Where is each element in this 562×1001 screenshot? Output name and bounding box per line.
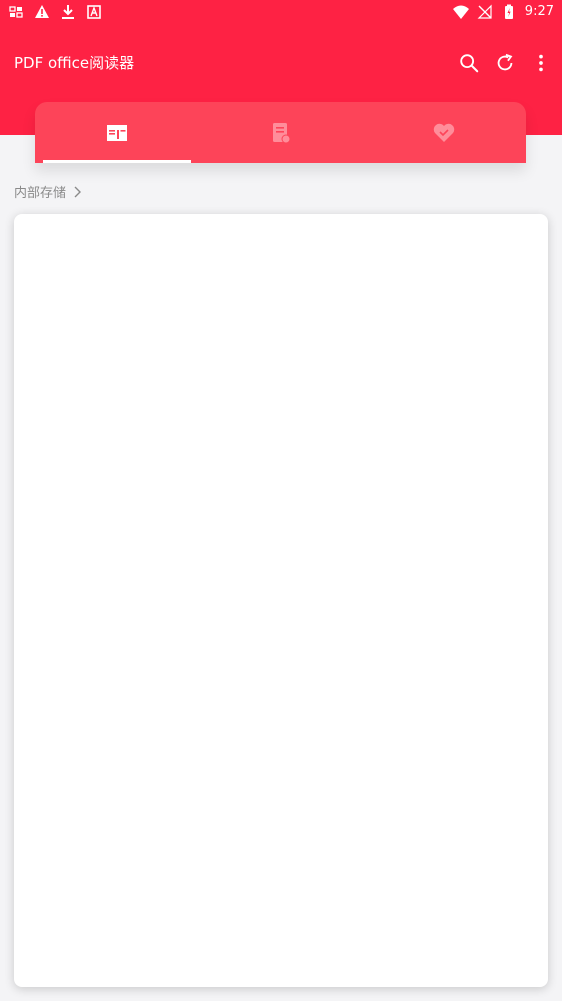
status-bar: 9:27 [0,0,562,24]
tab-documents[interactable] [199,102,363,163]
warning-icon [35,5,49,18]
download-icon [62,5,74,19]
search-icon[interactable] [458,52,480,74]
tab-bar [35,102,526,163]
folder-book-icon [106,124,127,141]
wifi-icon [452,5,469,19]
file-list-panel [14,214,548,987]
app-a-icon [87,5,101,19]
status-time: 9:27 [524,4,554,19]
app-bar-actions [458,52,552,74]
refresh-icon[interactable] [494,52,516,74]
chevron-right-icon [74,186,82,197]
battery-icon [504,4,513,19]
document-icon [272,122,290,143]
sim-icon [9,6,23,18]
tab-indicator [43,160,191,163]
breadcrumb[interactable]: 内部存储 [14,182,82,201]
no-signal-icon [477,4,492,19]
app-title: PDF office阅读器 [14,54,135,72]
more-vert-icon[interactable] [530,52,552,74]
tab-files[interactable] [35,102,199,163]
breadcrumb-label: 内部存储 [14,186,67,201]
heart-icon [433,123,455,142]
tab-favorites[interactable] [362,102,526,163]
